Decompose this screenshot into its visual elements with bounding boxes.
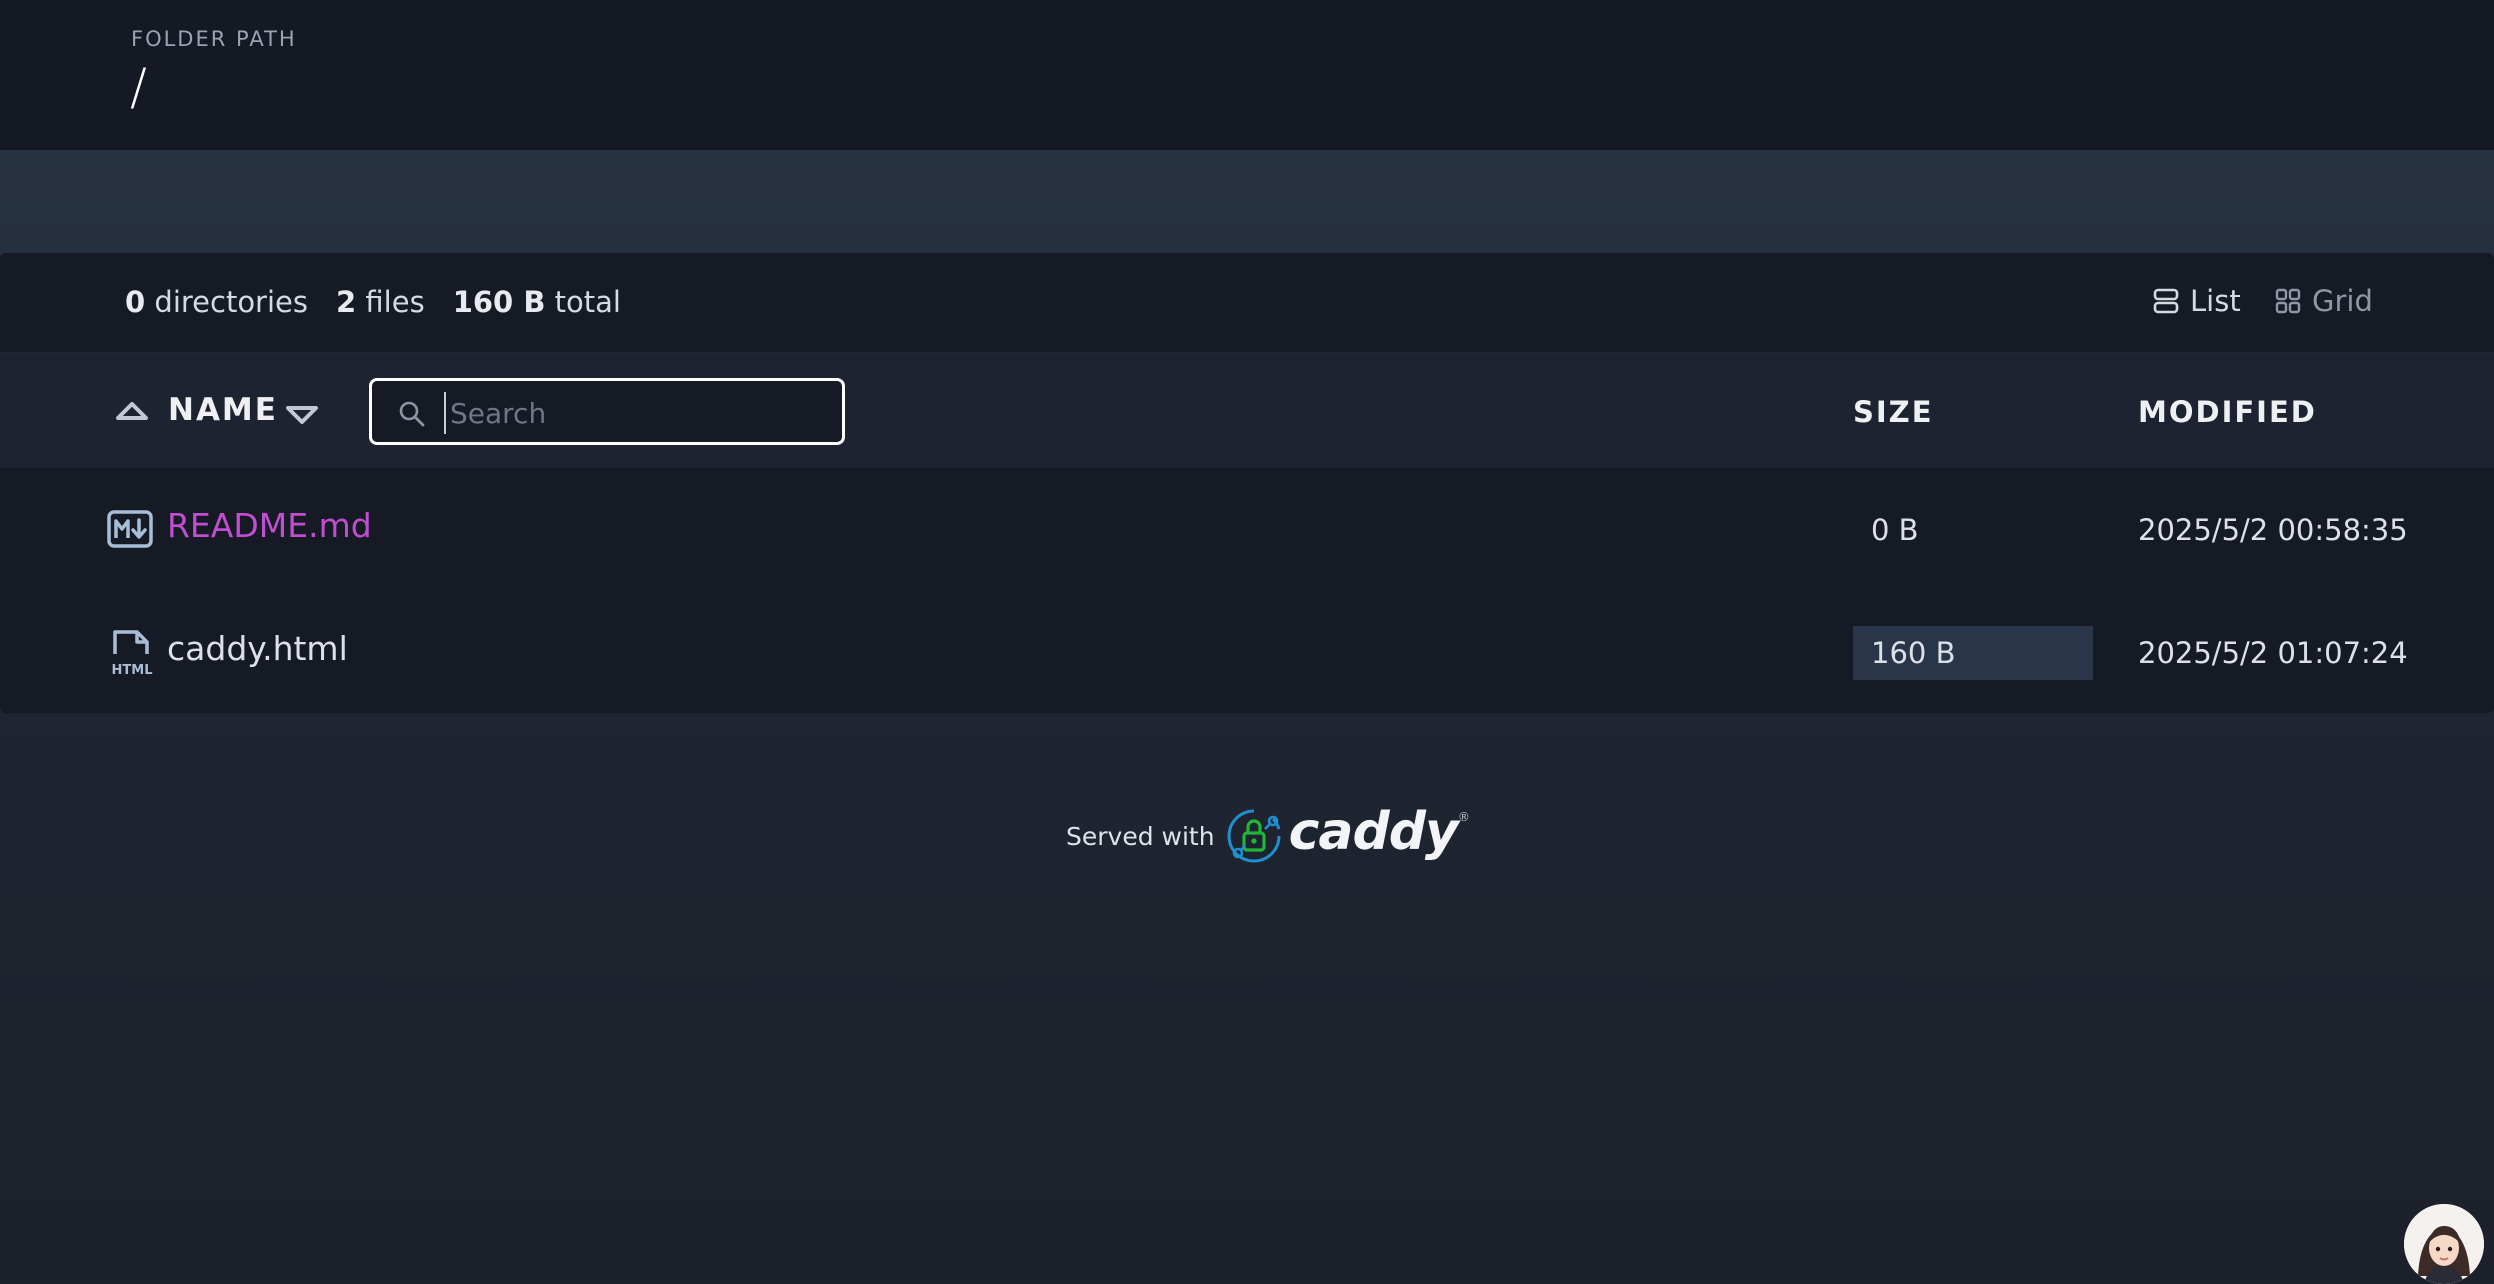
file-label: files	[365, 285, 425, 319]
directory-label: directories	[154, 285, 308, 319]
grid-view-button[interactable]: Grid	[2274, 284, 2373, 318]
file-modified: 2025/5/2 01:07:24	[2138, 636, 2408, 670]
sort-ascending-icon[interactable]	[115, 398, 149, 424]
markdown-file-icon	[107, 510, 153, 548]
name-column-header[interactable]: NAME	[168, 392, 278, 428]
html-file-icon: HTML	[112, 630, 153, 676]
file-modified: 2025/5/2 00:58:35	[2138, 513, 2408, 547]
search-input[interactable]	[444, 392, 832, 434]
search-box	[369, 378, 845, 445]
file-link[interactable]: README.md	[167, 506, 372, 545]
list-view-button[interactable]: List	[2152, 284, 2241, 318]
listing-summary: 0 directories 2 files 160 B total	[125, 285, 621, 319]
top-bar: FOLDER PATH /	[0, 0, 2494, 150]
list-icon	[2153, 288, 2179, 314]
file-count: 2	[336, 285, 357, 319]
footer: Served with caddy®	[1066, 802, 1470, 866]
sort-descending-icon[interactable]	[285, 402, 319, 428]
caddy-link[interactable]: caddy®	[1225, 802, 1470, 866]
modified-column-header[interactable]: MODIFIED	[2138, 395, 2317, 429]
grid-view-label: Grid	[2312, 284, 2373, 318]
total-size: 160 B	[452, 285, 546, 319]
avatar-portrait-icon	[2404, 1204, 2484, 1284]
folder-path[interactable]: /	[130, 58, 147, 116]
list-view-label: List	[2190, 284, 2241, 318]
caddy-brand-name: caddy	[1288, 802, 1459, 862]
table-row[interactable]: HTML caddy.html 160 B 2025/5/2 01:07:24	[0, 591, 2494, 714]
size-column-header[interactable]: SIZE	[1853, 395, 1934, 429]
assistant-avatar[interactable]	[2404, 1204, 2484, 1284]
served-with-text: Served with	[1066, 821, 1215, 851]
caddy-logo-icon	[1227, 809, 1281, 863]
folder-path-label: FOLDER PATH	[131, 27, 297, 51]
registered-mark: ®	[1457, 810, 1470, 824]
svg-text:HTML: HTML	[112, 663, 153, 676]
search-icon	[399, 401, 425, 427]
table-row[interactable]: README.md 0 B 2025/5/2 00:58:35	[0, 468, 2494, 591]
grid-icon	[2275, 288, 2301, 314]
file-link[interactable]: caddy.html	[167, 629, 348, 668]
file-size: 160 B	[1871, 636, 1956, 670]
directory-count: 0	[125, 285, 146, 319]
file-size: 0 B	[1871, 513, 1919, 547]
caddy-logo-text: caddy®	[1288, 802, 1470, 862]
total-label: total	[554, 285, 621, 319]
